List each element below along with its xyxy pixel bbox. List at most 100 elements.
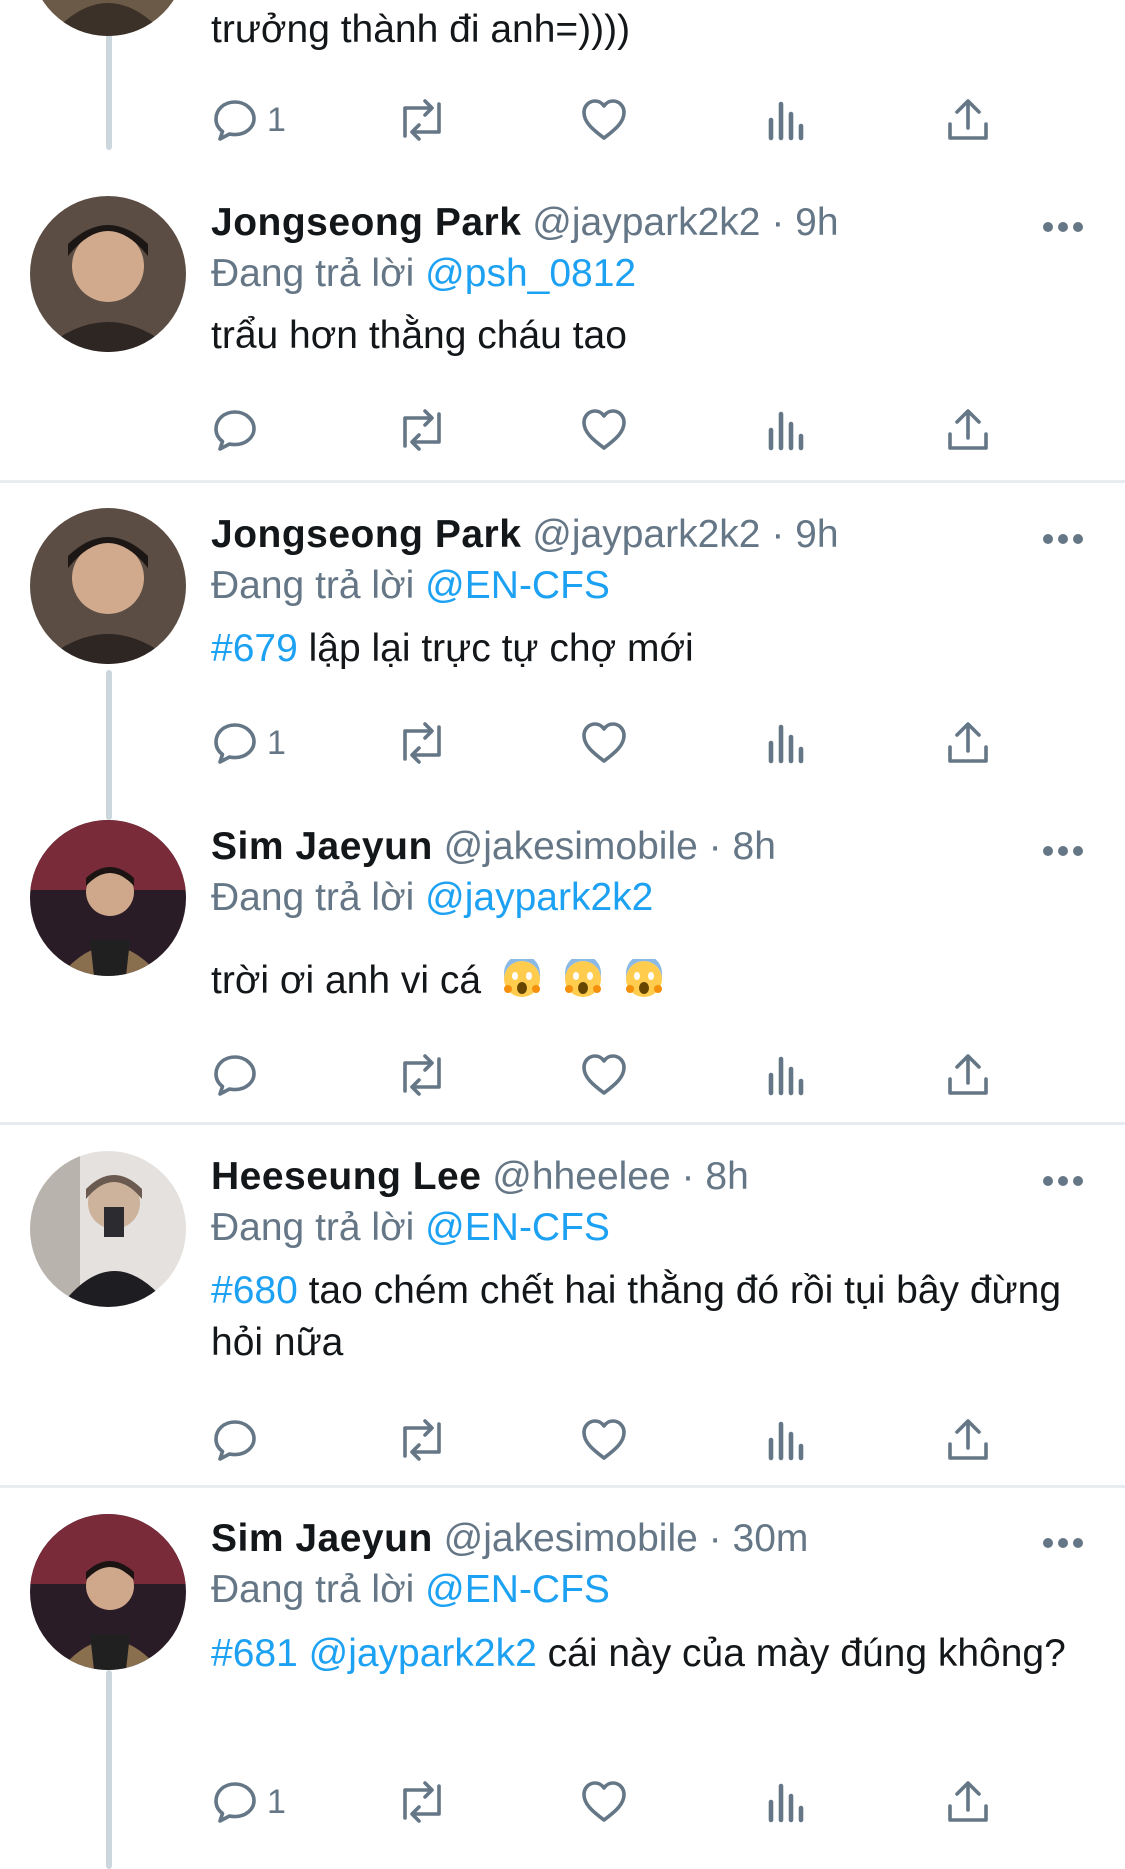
share-button[interactable]: [945, 1410, 991, 1470]
more-dot: [1073, 1176, 1083, 1186]
avatar[interactable]: [30, 0, 186, 36]
share-upload-icon: [948, 99, 988, 140]
like-button[interactable]: [580, 1045, 628, 1105]
retweet-button[interactable]: [395, 1045, 449, 1105]
like-button[interactable]: [580, 1772, 628, 1832]
timestamp[interactable]: 9h: [795, 201, 838, 244]
tweet-header: Heeseung Lee @hheelee · 8h: [211, 1153, 749, 1201]
replying-mention[interactable]: @EN-CFS: [425, 1568, 610, 1611]
hashtag-link[interactable]: #679: [211, 627, 298, 670]
tweet-actions: [0, 1410, 1125, 1470]
replying-mention[interactable]: @jaypark2k2: [425, 876, 653, 919]
tweet[interactable]: Heeseung Lee @hheelee · 8h Đang trả lời …: [0, 1125, 1125, 1485]
separator-dot: ·: [708, 1517, 722, 1560]
tweet-text: trưởng thành đi anh=)))): [211, 8, 631, 51]
tweet-actions: 1: [0, 1772, 1125, 1832]
analytics-button[interactable]: [765, 1045, 809, 1105]
user-handle[interactable]: @jaypark2k2: [532, 513, 760, 556]
retweet-button[interactable]: [395, 400, 449, 460]
analytics-button[interactable]: [765, 1410, 809, 1470]
more-dot: [1058, 1538, 1068, 1548]
share-upload-icon: [948, 409, 988, 450]
replying-prefix: Đang trả lời: [211, 252, 415, 295]
more-button[interactable]: [1043, 534, 1083, 546]
user-handle[interactable]: @hheelee: [492, 1155, 670, 1198]
like-button[interactable]: [580, 1410, 628, 1470]
more-dot: [1058, 1176, 1068, 1186]
more-dot: [1058, 846, 1068, 856]
reply-button[interactable]: 1: [211, 713, 286, 773]
avatar[interactable]: [30, 820, 186, 976]
reply-button[interactable]: [211, 1410, 267, 1470]
share-button[interactable]: [945, 400, 991, 460]
reply-button[interactable]: 1: [211, 90, 286, 150]
avatar[interactable]: [30, 1151, 186, 1307]
avatar[interactable]: [30, 196, 186, 352]
reply-button[interactable]: [211, 400, 267, 460]
more-dot: [1073, 1538, 1083, 1548]
replying-mention[interactable]: @psh_0812: [425, 252, 636, 295]
timestamp[interactable]: 8h: [705, 1155, 748, 1198]
reply-button[interactable]: 1: [211, 1772, 286, 1832]
more-dot: [1073, 222, 1083, 232]
like-button[interactable]: [580, 90, 628, 150]
analytics-bars-icon: [768, 411, 804, 451]
tweet-partial[interactable]: trưởng thành đi anh=)))) 1: [0, 0, 1125, 160]
reply-count: 1: [267, 1782, 286, 1821]
display-name[interactable]: Jongseong Park: [211, 513, 521, 556]
avatar[interactable]: [30, 508, 186, 664]
more-button[interactable]: [1043, 1176, 1083, 1188]
tweet[interactable]: Jongseong Park @jaypark2k2 · 9h Đang trả…: [0, 160, 1125, 480]
user-handle[interactable]: @jakesimobile: [444, 825, 698, 868]
more-button[interactable]: [1043, 222, 1083, 234]
mention-link[interactable]: @jaypark2k2: [298, 1632, 537, 1675]
display-name[interactable]: Heeseung Lee: [211, 1155, 481, 1198]
share-button[interactable]: [945, 1772, 991, 1832]
like-button[interactable]: [580, 713, 628, 773]
share-button[interactable]: [945, 90, 991, 150]
replying-prefix: Đang trả lời: [211, 876, 415, 919]
more-button[interactable]: [1043, 1538, 1083, 1550]
analytics-button[interactable]: [765, 713, 809, 773]
share-button[interactable]: [945, 1045, 991, 1105]
heart-icon: [582, 409, 626, 450]
timestamp[interactable]: 30m: [733, 1517, 809, 1560]
tweet[interactable]: Sim Jaeyun @jakesimobile · 30m Đang trả …: [0, 1488, 1125, 1869]
heart-icon: [582, 722, 626, 763]
replying-mention[interactable]: @EN-CFS: [425, 1206, 610, 1249]
replying-prefix: Đang trả lời: [211, 564, 415, 607]
replying-mention[interactable]: @EN-CFS: [425, 564, 610, 607]
share-button[interactable]: [945, 713, 991, 773]
timestamp[interactable]: 9h: [795, 513, 838, 556]
display-name[interactable]: Sim Jaeyun: [211, 825, 433, 868]
retweet-button[interactable]: [395, 1410, 449, 1470]
reply-bubble-icon: [214, 1420, 256, 1461]
tweet[interactable]: Sim Jaeyun @jakesimobile · 8h Đang trả l…: [0, 800, 1125, 1120]
like-button[interactable]: [580, 400, 628, 460]
separator-dot: ·: [771, 201, 785, 244]
replying-prefix: Đang trả lời: [211, 1206, 415, 1249]
user-handle[interactable]: @jaypark2k2: [532, 201, 760, 244]
reply-button[interactable]: [211, 1045, 267, 1105]
analytics-button[interactable]: [765, 90, 809, 150]
more-button[interactable]: [1043, 846, 1083, 858]
display-name[interactable]: Jongseong Park: [211, 201, 521, 244]
retweet-button[interactable]: [395, 713, 449, 773]
tweet-actions: 1: [0, 90, 1125, 150]
analytics-button[interactable]: [765, 1772, 809, 1832]
timestamp[interactable]: 8h: [733, 825, 776, 868]
user-handle[interactable]: @jakesimobile: [444, 1517, 698, 1560]
retweet-button[interactable]: [395, 1772, 449, 1832]
heart-icon: [582, 1781, 626, 1822]
analytics-button[interactable]: [765, 400, 809, 460]
more-dot: [1058, 534, 1068, 544]
display-name[interactable]: Sim Jaeyun: [211, 1517, 433, 1560]
retweet-button[interactable]: [395, 90, 449, 150]
more-dot: [1073, 534, 1083, 544]
share-upload-icon: [948, 1781, 988, 1822]
avatar[interactable]: [30, 1514, 186, 1670]
hashtag-link[interactable]: #680: [211, 1269, 298, 1312]
tweet[interactable]: Jongseong Park @jaypark2k2 · 9h Đang trả…: [0, 483, 1125, 793]
reply-bubble-icon: [214, 723, 256, 764]
hashtag-link[interactable]: #681: [211, 1632, 298, 1675]
